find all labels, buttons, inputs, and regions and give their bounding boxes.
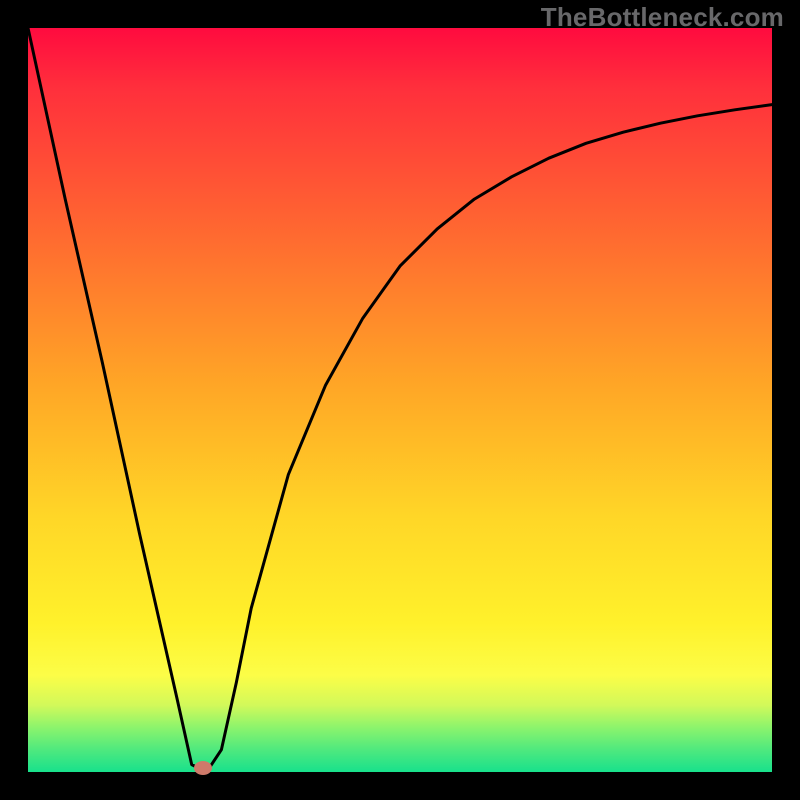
plot-area [28,28,772,772]
chart-frame: TheBottleneck.com [0,0,800,800]
bottleneck-curve [28,28,772,772]
optimum-marker [194,761,212,775]
